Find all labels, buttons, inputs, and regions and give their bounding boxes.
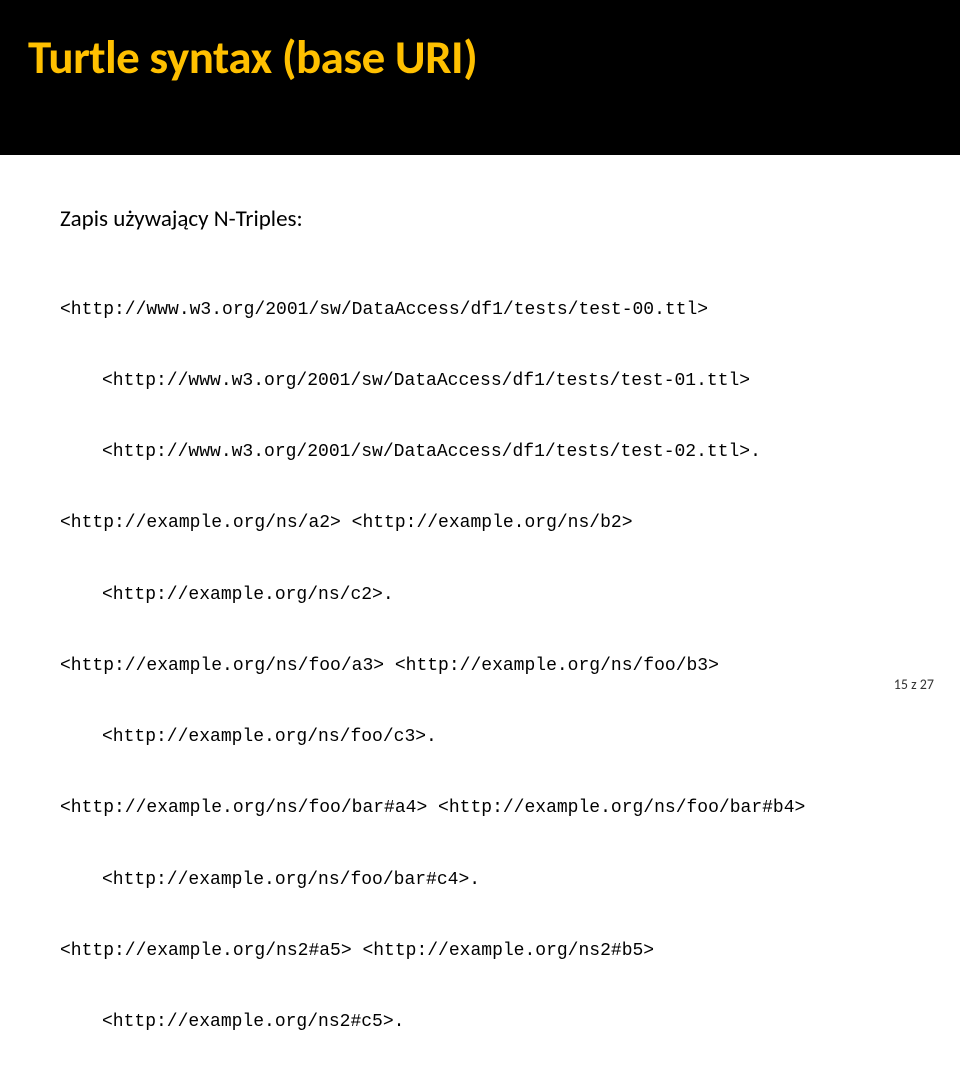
code-line: <http://example.org/ns/foo/bar#a4> <http…: [60, 797, 900, 821]
code-line: <http://www.w3.org/2001/sw/DataAccess/df…: [60, 370, 900, 394]
code-line: <http://example.org/ns2#a5> <http://exam…: [60, 940, 900, 964]
code-line: <http://example.org/ns2#c5>.: [60, 1011, 900, 1035]
code-line: <http://www.w3.org/2001/sw/DataAccess/df…: [60, 441, 900, 465]
slide-content: Zapis używający N-Triples: <http://www.w…: [0, 155, 960, 1082]
page-number: 15 z 27: [894, 676, 934, 693]
code-line: <http://example.org/ns/a2> <http://examp…: [60, 512, 900, 536]
content-subtitle: Zapis używający N-Triples:: [60, 205, 900, 233]
code-line: <http://example.org/ns/foo/bar#c4>.: [60, 869, 900, 893]
code-line: <http://www.w3.org/2001/sw/DataAccess/df…: [60, 299, 900, 323]
code-line: <http://example.org/ns/c2>.: [60, 584, 900, 608]
code-block: <http://www.w3.org/2001/sw/DataAccess/df…: [60, 251, 900, 1082]
code-line: <http://example.org/ns/foo/a3> <http://e…: [60, 655, 900, 679]
code-line: <http://example.org/ns/foo/c3>.: [60, 726, 900, 750]
slide-header: Turtle syntax (base URI): [0, 0, 960, 155]
slide-title: Turtle syntax (base URI): [28, 28, 932, 86]
